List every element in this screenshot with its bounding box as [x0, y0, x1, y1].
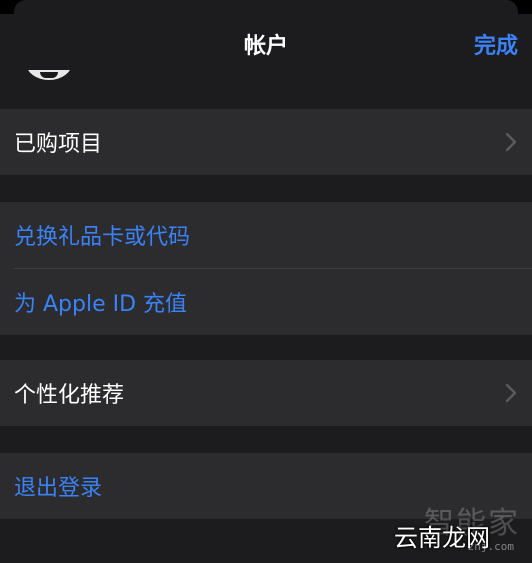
- redeem-group: 兑换礼品卡或代码 为 Apple ID 充值: [0, 202, 532, 335]
- personalized-recommendations-row[interactable]: 个性化推荐: [0, 360, 532, 426]
- avatar: [26, 70, 72, 82]
- personalization-group: 个性化推荐: [0, 360, 532, 426]
- done-button[interactable]: 完成: [474, 28, 518, 60]
- watermark: 智能家 云南龙网 znj.com: [394, 498, 526, 558]
- purchased-items-row[interactable]: 已购项目: [0, 109, 532, 175]
- add-funds-row[interactable]: 为 Apple ID 充值: [0, 269, 532, 335]
- chevron-right-icon: [505, 132, 517, 152]
- chevron-right-icon: [505, 383, 517, 403]
- page-title: 帐户: [243, 34, 288, 59]
- account-sheet: 帐户 完成 已购项目 兑换礼品卡或代码 为 Apple ID 充值 个性化推荐: [0, 0, 532, 563]
- add-funds-link[interactable]: 为 Apple ID 充值: [14, 286, 187, 318]
- redeem-gift-card-link[interactable]: 兑换礼品卡或代码: [14, 219, 190, 251]
- navigation-bar: 帐户 完成: [0, 14, 532, 72]
- sheet-top-edge: [0, 0, 532, 14]
- personalized-recommendations-label: 个性化推荐: [14, 383, 125, 408]
- watermark-url-text: znj.com: [467, 540, 514, 553]
- sign-out-button[interactable]: 退出登录: [14, 470, 102, 502]
- purchases-group: 已购项目: [0, 109, 532, 175]
- purchased-items-label: 已购项目: [14, 132, 103, 157]
- redeem-gift-card-row[interactable]: 兑换礼品卡或代码: [0, 202, 532, 268]
